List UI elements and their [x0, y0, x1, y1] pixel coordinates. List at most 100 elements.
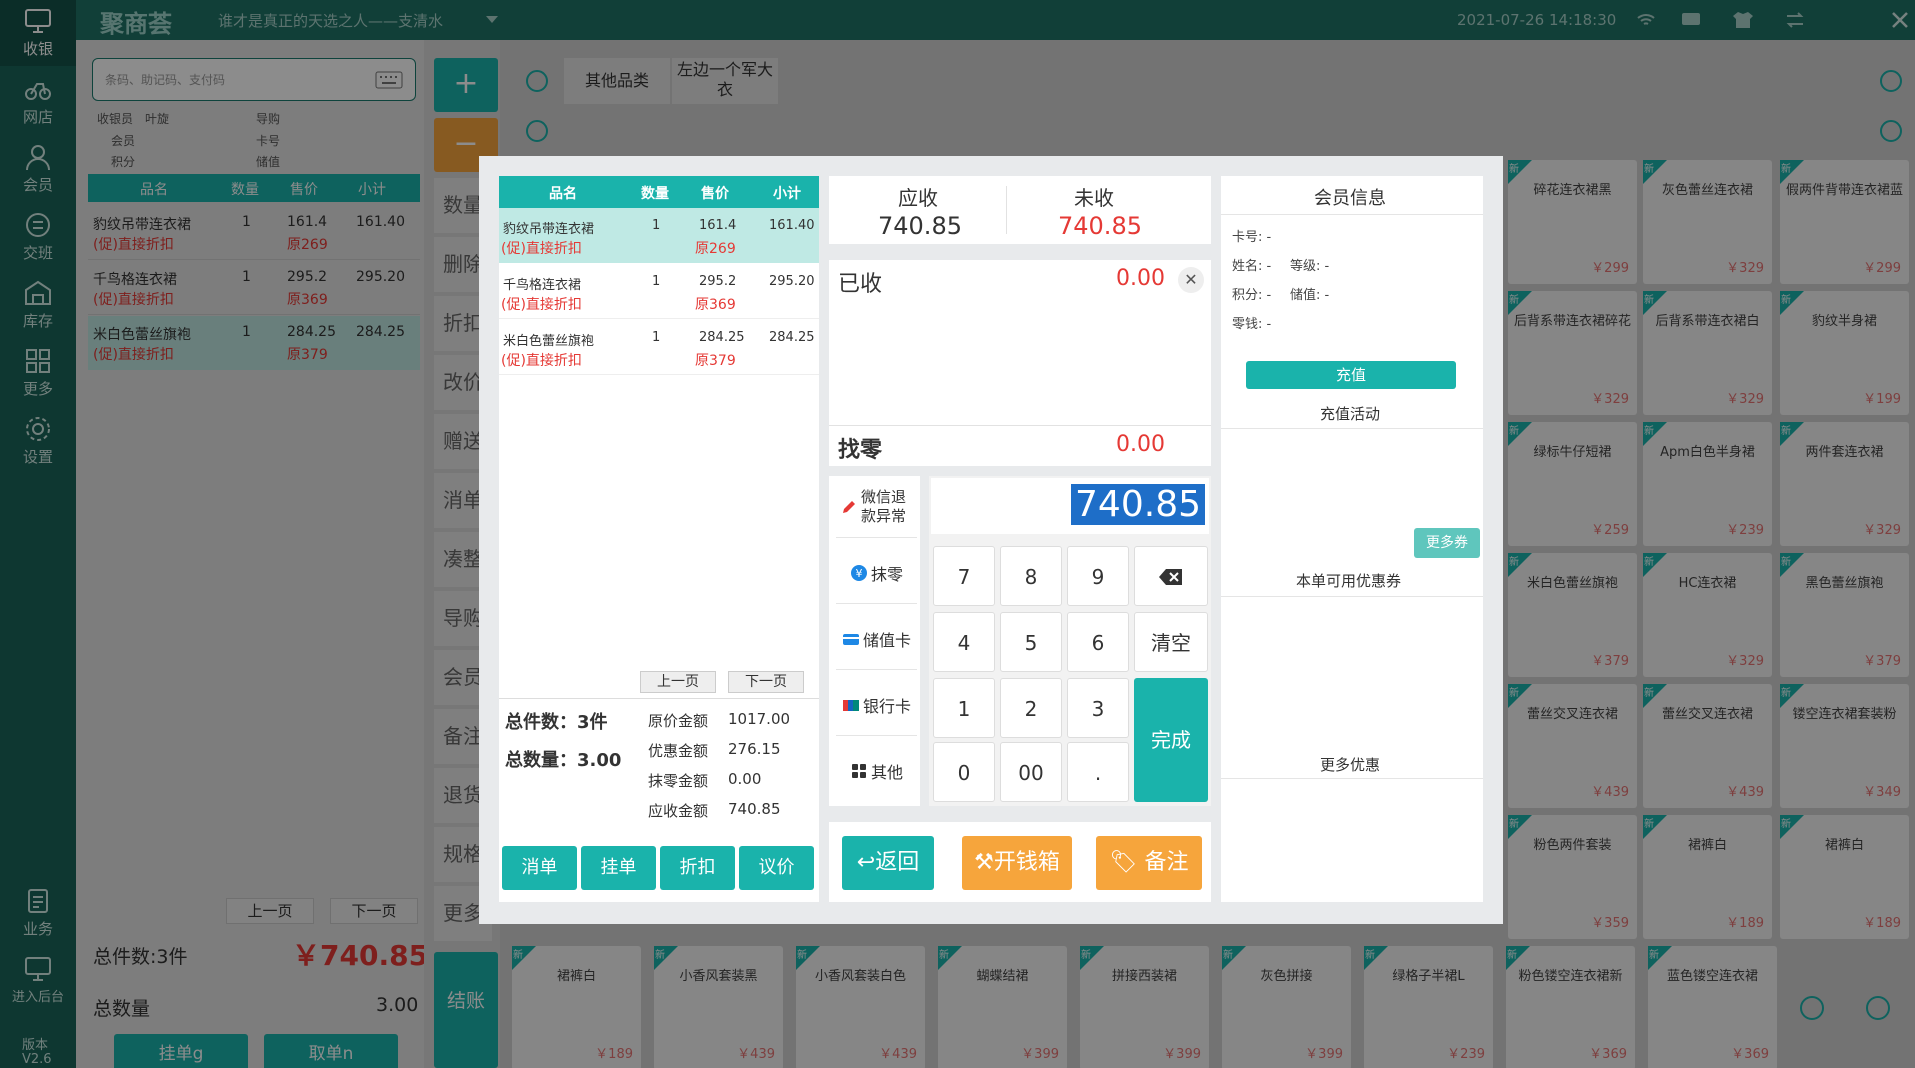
member-change: 零钱: -: [1232, 317, 1272, 332]
summary-value: 740.85: [728, 800, 781, 818]
order-prev-button[interactable]: 上一页: [640, 671, 716, 693]
pay-method-label: 抹零: [870, 564, 903, 584]
cancel-order-button[interactable]: 消单: [502, 846, 577, 890]
key-00[interactable]: 00: [1000, 742, 1062, 802]
pay-bank-card[interactable]: 银行卡: [836, 674, 917, 736]
order-next-button[interactable]: 下一页: [728, 671, 804, 693]
more-discounts[interactable]: 更多优惠: [1320, 754, 1380, 775]
table-row[interactable]: 千鸟格连衣裙 1 295.2 295.20 (促)直接折扣 原369: [499, 264, 819, 319]
discounts-divider: [1221, 778, 1483, 779]
negotiate-price-button[interactable]: 议价: [739, 846, 814, 890]
table-row[interactable]: 米白色蕾丝旗袍 1 284.25 284.25 (促)直接折扣 原379: [499, 320, 819, 375]
key-1[interactable]: 1: [933, 678, 995, 738]
summary-value: 1017.00: [728, 710, 791, 728]
yen-icon: ¥: [850, 564, 867, 581]
col-name: 品名: [549, 186, 577, 202]
tag-icon: 🏷: [1109, 850, 1138, 875]
row-subtotal: 161.40: [769, 218, 815, 233]
done-button[interactable]: 完成: [1134, 678, 1208, 802]
summary-label: 抹零金额: [648, 772, 709, 790]
recharge-divider: [1221, 428, 1483, 429]
hammer-icon: ⚒: [974, 850, 994, 875]
order-total-items: 总件数：3件: [505, 712, 608, 733]
table-row[interactable]: 豹纹吊带连衣裙 1 161.4 161.40 (促)直接折扣 原269: [499, 208, 819, 263]
pay-method-label: 微信退款异常: [861, 487, 907, 525]
pay-other[interactable]: 其他: [836, 740, 917, 802]
order-table-header: 品名 数量 售价 小计: [499, 176, 819, 208]
svg-text:¥: ¥: [855, 567, 862, 580]
summary-value: 276.15: [728, 740, 781, 758]
back-icon: ↩: [856, 850, 876, 875]
row-subtotal: 295.20: [769, 274, 815, 289]
unionpay-icon: [842, 699, 859, 711]
hold-order-button[interactable]: 挂单: [581, 846, 656, 890]
received-value: 0.00: [1116, 266, 1165, 291]
pay-stored-card[interactable]: 储值卡: [836, 608, 917, 670]
received-label: 已收: [838, 272, 883, 297]
note-button[interactable]: 🏷 备注: [1096, 836, 1202, 890]
row-price: 284.25: [699, 330, 745, 345]
summary-label: 应收金额: [648, 802, 709, 820]
col-price: 售价: [701, 186, 729, 202]
recharge-button[interactable]: 充值: [1246, 361, 1456, 389]
recharge-activity[interactable]: 充值活动: [1320, 403, 1380, 424]
pay-method-label: 其他: [870, 763, 903, 782]
pay-round-off[interactable]: ¥ 抹零: [836, 542, 917, 604]
pay-method-label: 储值卡: [862, 630, 911, 650]
order-total-qty: 总数量：3.00: [505, 750, 622, 771]
member-card: 卡号: -: [1232, 230, 1272, 245]
member-level: 等级: -: [1290, 259, 1330, 274]
back-button[interactable]: ↩返回: [842, 836, 934, 890]
row-price: 295.2: [699, 274, 737, 289]
unpaid-label: 未收: [1074, 186, 1114, 210]
row-subtotal: 284.25: [769, 330, 815, 345]
key-2[interactable]: 2: [1000, 678, 1062, 738]
row-orig: 原379: [695, 353, 736, 369]
clear-button[interactable]: 清空: [1134, 612, 1208, 672]
pay-wechat-refund[interactable]: 微信退款异常: [836, 476, 917, 538]
key-7[interactable]: 7: [933, 546, 995, 606]
more-coupons-button[interactable]: 更多券: [1414, 528, 1480, 558]
key-4[interactable]: 4: [933, 612, 995, 672]
discount-button[interactable]: 折扣: [660, 846, 735, 890]
row-qty: 1: [652, 330, 661, 345]
col-subtotal: 小计: [773, 186, 801, 202]
change-label: 找零: [838, 438, 883, 463]
key-5[interactable]: 5: [1000, 612, 1062, 672]
open-drawer-button[interactable]: ⚒开钱箱: [962, 836, 1072, 890]
row-name: 豹纹吊带连衣裙: [503, 222, 595, 237]
coupons-title: 本单可用优惠券: [1296, 572, 1402, 590]
amount-divider: [1006, 186, 1007, 234]
receivable-value: 740.85: [878, 212, 962, 240]
row-promo: (促)直接折扣: [501, 353, 582, 369]
row-promo: (促)直接折扣: [501, 297, 582, 313]
member-title: 会员信息: [1314, 188, 1386, 209]
receivable-label: 应收: [898, 186, 938, 210]
key-8[interactable]: 8: [1000, 546, 1062, 606]
amount-input[interactable]: 740.85: [931, 478, 1209, 534]
key-6[interactable]: 6: [1067, 612, 1129, 672]
clear-received-icon[interactable]: ✕: [1178, 267, 1204, 293]
key-9[interactable]: 9: [1067, 546, 1129, 606]
col-qty: 数量: [641, 186, 669, 202]
key-dot[interactable]: .: [1067, 742, 1129, 802]
pencil-icon: [843, 500, 855, 513]
order-divider: [499, 698, 819, 699]
note-label: 备注: [1144, 850, 1189, 875]
row-name: 米白色蕾丝旗袍: [503, 334, 595, 349]
card-icon: [842, 633, 859, 645]
change-value: 0.00: [1116, 432, 1165, 457]
key-0[interactable]: 0: [933, 742, 995, 802]
back-label: 返回: [875, 850, 920, 875]
summary-value: 0.00: [728, 770, 762, 788]
backspace-icon: [1159, 569, 1182, 585]
pay-method-label: 银行卡: [862, 696, 911, 716]
key-3[interactable]: 3: [1067, 678, 1129, 738]
drawer-label: 开钱箱: [993, 850, 1060, 875]
backspace-button[interactable]: [1134, 546, 1208, 606]
summary-label: 原价金额: [648, 712, 709, 730]
row-orig: 原269: [695, 241, 736, 257]
row-name: 千鸟格连衣裙: [503, 278, 582, 293]
row-promo: (促)直接折扣: [501, 241, 582, 257]
member-name: 姓名: -: [1232, 259, 1272, 274]
